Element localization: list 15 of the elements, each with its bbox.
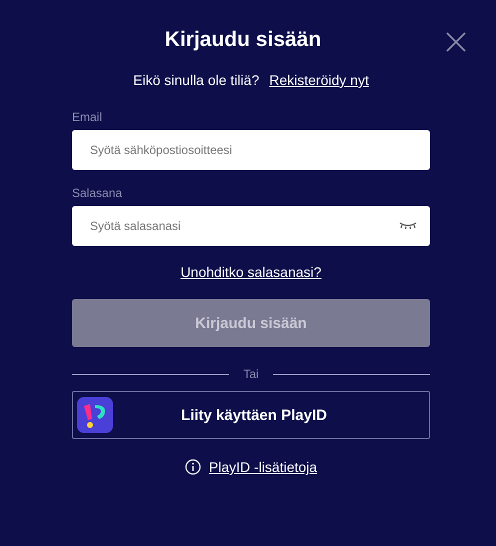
divider-label: Tai: [243, 367, 259, 381]
register-link[interactable]: Rekisteröidy nyt: [269, 72, 369, 88]
playid-button[interactable]: Liity käyttäen PlayID: [72, 391, 430, 439]
close-icon[interactable]: [446, 32, 466, 52]
field-label: Salasana: [72, 186, 122, 200]
eye-closed-icon[interactable]: [398, 221, 418, 231]
dialog-title: Kirjaudu sisään: [164, 28, 322, 52]
app-logo-icon: [77, 397, 113, 433]
forgot-password-link[interactable]: Unohditko salasanasi?: [180, 264, 322, 280]
input-field[interactable]: Syötä salasanasi: [72, 206, 430, 246]
info-link[interactable]: PlayID -lisätietoja: [208, 459, 318, 475]
info-icon: [184, 459, 201, 475]
register-prompt: Eikö sinulla ole tiliä?: [133, 72, 260, 88]
field-label: Email: [72, 110, 102, 124]
input-field[interactable]: Syötä sähköpostiosoitteesi: [72, 130, 430, 170]
